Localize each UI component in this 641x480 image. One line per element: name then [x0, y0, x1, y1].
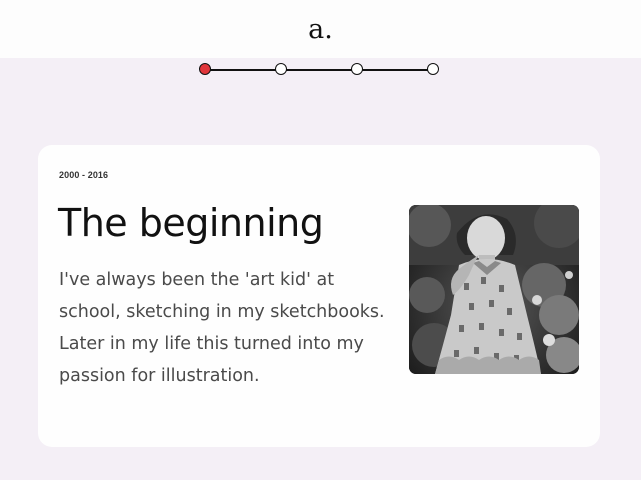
card-body-text: I've always been the 'art kid' at school… — [59, 270, 385, 386]
site-header: a. — [0, 0, 641, 58]
childhood-photo-image — [409, 205, 579, 374]
card-title: The beginning — [58, 201, 324, 245]
date-range: 2000 - 2016 — [59, 170, 109, 180]
timeline-step-1-dot[interactable] — [199, 63, 211, 75]
timeline-step-4-dot[interactable] — [427, 63, 439, 75]
story-card: 2000 - 2016 The beginning I've always be… — [38, 145, 600, 447]
timeline-nav — [196, 62, 444, 78]
timeline-line — [204, 69, 432, 71]
timeline-step-2-dot[interactable] — [275, 63, 287, 75]
timeline-step-3-dot[interactable] — [351, 63, 363, 75]
site-logo[interactable]: a. — [0, 14, 641, 46]
childhood-photo — [409, 205, 579, 374]
